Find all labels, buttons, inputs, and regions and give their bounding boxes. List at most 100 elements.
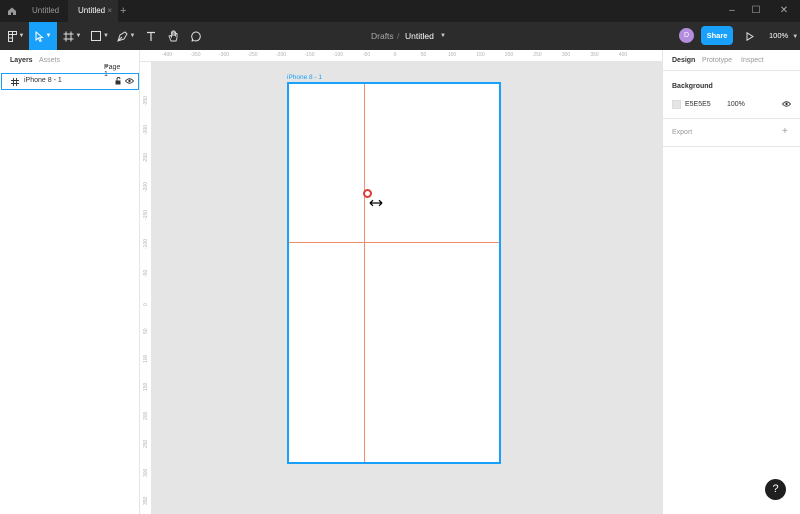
chevron-down-icon: ▼ — [75, 33, 82, 39]
tab-inspect[interactable]: Inspect — [741, 57, 764, 64]
background-swatch[interactable] — [672, 100, 681, 109]
main-menu-button[interactable]: ▼ — [4, 22, 28, 50]
tab-label: Untitled — [78, 6, 106, 15]
frame-tool-button[interactable]: ▼ — [60, 22, 84, 50]
close-tab-icon[interactable]: × — [107, 0, 112, 22]
ruler-tick-label: 100 — [143, 354, 149, 363]
home-icon[interactable] — [6, 5, 18, 17]
tab-design[interactable]: Design — [672, 57, 695, 64]
export-title: Export — [672, 129, 693, 136]
ruler-tick-label: -300 — [143, 124, 149, 135]
shape-tool-button[interactable]: ▼ — [88, 22, 112, 50]
ruler-tick-label: 100 — [447, 52, 457, 58]
divider — [663, 146, 800, 147]
play-icon — [746, 31, 754, 41]
background-title: Background — [672, 83, 713, 90]
breadcrumb-separator: / — [397, 31, 400, 41]
layers-panel: Layers Assets Page 1 ▼ iPhone 8 - 1 — [0, 50, 140, 514]
file-name[interactable]: Untitled — [405, 22, 434, 50]
help-button[interactable]: ? — [765, 479, 786, 500]
tab-layers[interactable]: Layers — [10, 57, 33, 64]
ruler-tick-label: 400 — [618, 52, 628, 58]
frame-icon — [63, 31, 74, 41]
ruler-tick-label: -350 — [190, 52, 201, 58]
chevron-down-icon: ▼ — [45, 33, 52, 39]
background-opacity-input[interactable]: 100% — [727, 101, 745, 108]
divider — [663, 118, 800, 119]
ruler-tick-label: 50 — [143, 328, 149, 334]
ruler-tick-label: -200 — [143, 181, 149, 192]
new-tab-button[interactable]: + — [120, 0, 126, 22]
ruler-tick-label: -100 — [332, 52, 344, 58]
ruler-tick-label: -350 — [143, 95, 149, 106]
guide-handle[interactable] — [363, 189, 372, 198]
avatar[interactable]: D — [679, 28, 694, 43]
ruler-tick-label: 300 — [143, 468, 149, 477]
ruler-tick-label: -50 — [143, 269, 149, 277]
present-button[interactable] — [742, 22, 758, 50]
left-panel-tabs: Layers Assets Page 1 ▼ — [0, 50, 140, 78]
pen-tool-button[interactable]: ▼ — [114, 22, 138, 50]
layer-item-iphone8[interactable]: iPhone 8 - 1 — [1, 73, 139, 90]
ruler-tick-label: 350 — [143, 496, 149, 505]
text-tool-button[interactable] — [142, 22, 160, 50]
zoom-dropdown[interactable]: 100% ▼ — [769, 22, 798, 51]
ruler-tick-label: -50 — [362, 52, 371, 58]
move-tool-button[interactable]: ▼ — [29, 22, 57, 50]
layout-guide-vertical — [364, 84, 365, 462]
figma-menu-icon — [7, 30, 17, 42]
ruler-tick-label: 50 — [420, 52, 427, 58]
tab-label: Untitled — [32, 6, 60, 15]
ruler-tick-label: 0 — [143, 302, 149, 306]
chevron-down-icon: ▼ — [18, 33, 25, 39]
ruler-vertical: -350 -300 -250 -200 -150 -100 -50 0 50 100 150 200 2… — [140, 62, 152, 514]
minimize-icon[interactable]: – — [724, 0, 740, 22]
frame-label[interactable]: iPhone 8 - 1 — [287, 74, 322, 81]
tab-prototype[interactable]: Prototype — [702, 57, 732, 64]
ruler-tick-label: 150 — [476, 52, 485, 58]
tab-untitled-2[interactable]: Untitled × — [68, 0, 118, 22]
layout-guide-horizontal — [289, 242, 499, 243]
ruler-tick-label: -400 — [161, 52, 173, 58]
ruler-tick-label: -300 — [218, 52, 230, 58]
comment-tool-button[interactable] — [187, 22, 205, 50]
layer-name: iPhone 8 - 1 — [24, 77, 62, 84]
pen-icon — [116, 30, 128, 42]
comment-icon — [190, 31, 201, 42]
unlock-icon[interactable] — [115, 77, 122, 85]
close-window-icon[interactable]: ✕ — [776, 0, 792, 22]
ruler-tick-label: 0 — [393, 52, 397, 58]
ruler-tick-label: -250 — [143, 152, 149, 163]
ruler-tick-label: 250 — [143, 439, 149, 448]
resize-cursor-icon — [369, 199, 383, 207]
ruler-tick-label: -150 — [143, 209, 149, 220]
chevron-down-icon[interactable]: ▼ — [440, 22, 446, 50]
ruler-tick-label: 300 — [561, 52, 571, 58]
chevron-down-icon: ▼ — [129, 33, 136, 39]
hand-tool-button[interactable] — [164, 22, 182, 50]
ruler-tick-label: 250 — [533, 52, 542, 58]
iphone8-frame[interactable] — [287, 82, 501, 464]
frame-icon — [11, 78, 19, 86]
eye-icon[interactable] — [125, 78, 134, 84]
toolbar: ▼ ▼ ▼ ▼ ▼ Drafts / Untitled ▼ D Share 10… — [0, 22, 800, 50]
breadcrumb-drafts[interactable]: Drafts — [371, 22, 394, 50]
tab-assets[interactable]: Assets — [39, 57, 60, 64]
ruler-tick-label: 350 — [590, 52, 599, 58]
cursor-arrow-icon — [35, 30, 44, 42]
ruler-tick-label: -250 — [247, 52, 258, 58]
background-hex-input[interactable]: E5E5E5 — [685, 101, 711, 108]
ruler-horizontal: -400 -350 -300 -250 -200 -150 -100 -50 0 50 100 150… — [140, 50, 662, 62]
maximize-icon[interactable]: ☐ — [748, 0, 764, 22]
add-export-button[interactable]: + — [782, 126, 788, 137]
text-icon — [147, 31, 155, 41]
hand-icon — [167, 30, 177, 42]
chevron-down-icon: ▼ — [103, 33, 109, 39]
ruler-tick-label: -100 — [143, 238, 149, 249]
ruler-tick-label: 200 — [504, 52, 514, 58]
eye-icon[interactable] — [782, 101, 791, 107]
share-button[interactable]: Share — [701, 26, 733, 45]
tab-untitled-1[interactable]: Untitled — [24, 0, 66, 22]
ruler-tick-label: 200 — [143, 411, 149, 420]
ruler-tick-label: -150 — [304, 52, 315, 58]
